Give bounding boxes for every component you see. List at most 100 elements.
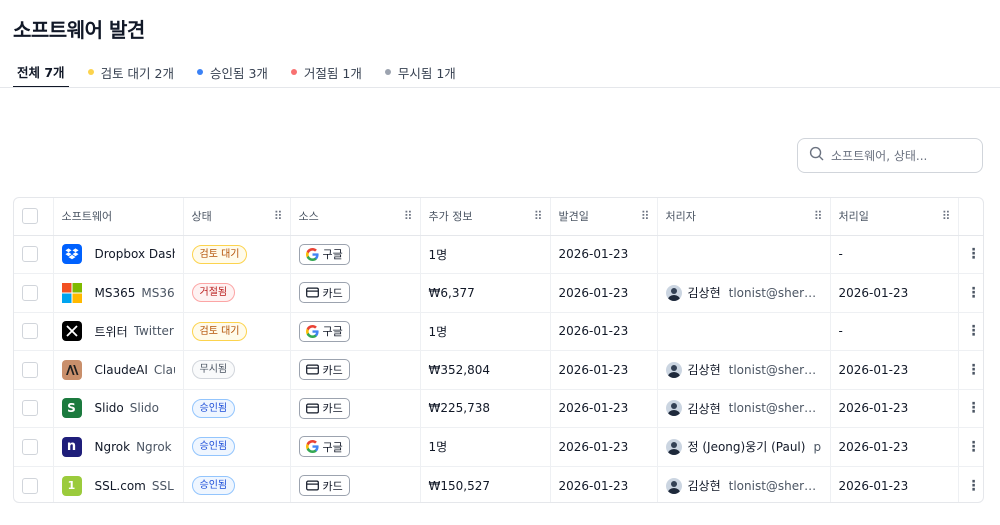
select-all-cell (14, 198, 54, 236)
tab-0[interactable]: 전체 7개 (13, 56, 69, 88)
row-checkbox[interactable] (22, 361, 38, 378)
source-chip: 카드 (298, 282, 350, 304)
source-chip: 구글 (298, 436, 350, 458)
software-cell[interactable]: n Ngrok Ngrok (53, 427, 184, 467)
drag-handle-icon[interactable]: ⠿ (274, 210, 283, 222)
table-header-row: 소프트웨어 상태 ⠿ 소스 ⠿ 추가 정보 ⠿ 발견일 ⠿ 처리자 ⠿ 처리일 ⠿ (14, 198, 983, 236)
handler-email: tlonist@sherpas.com (728, 401, 822, 416)
handler-info: 김상현 tlonist@sherpas.com (665, 477, 822, 494)
status-dot-icon (87, 69, 94, 75)
source-chip: 구글 (298, 320, 350, 342)
column-header-extra[interactable]: 추가 정보 ⠿ (420, 198, 551, 236)
card-icon (305, 364, 319, 375)
software-alias: MS365 (141, 285, 175, 300)
handler-info: 김상현 tlonist@sherpas.com (665, 400, 822, 417)
row-checkbox[interactable] (22, 438, 38, 455)
status-badge: 검토 대기 (191, 321, 248, 341)
column-header-handler[interactable]: 처리자 ⠿ (657, 198, 831, 236)
table-row[interactable]: n Ngrok Ngrok 승인됨 구글 1명 2026-01-23 정 (Jeong)웅기 … (14, 427, 983, 467)
status-badge: 승인됨 (191, 476, 236, 495)
column-header-processed[interactable]: 처리일 ⠿ (830, 198, 959, 236)
more-vertical-icon[interactable]: ⋮ (967, 246, 981, 262)
drag-handle-icon[interactable]: ⠿ (814, 210, 823, 222)
table-row[interactable]: 트위터 Twitter 검토 대기 구글 1명 2026-01-23 - ⋮ (14, 312, 983, 351)
page-title: 소프트웨어 발견 (13, 18, 145, 42)
tab-4[interactable]: 무시됨 1개 (381, 56, 460, 88)
source-cell: 카드 (290, 466, 421, 502)
search-box[interactable] (797, 138, 983, 173)
select-all-checkbox[interactable] (22, 208, 38, 225)
drag-handle-icon[interactable]: ⠿ (641, 210, 650, 222)
source-cell: 구글 (290, 235, 421, 274)
processed-date-cell: 2026-01-23 (830, 389, 959, 428)
handler-cell: 김상현 tlonist@sherpas.com (657, 273, 831, 313)
row-menu-cell: ⋮ (958, 312, 983, 351)
column-header-source[interactable]: 소스 ⠿ (290, 198, 421, 236)
drag-handle-icon[interactable]: ⠿ (942, 210, 951, 222)
source-cell: 구글 (290, 312, 421, 351)
software-info: 1 SSL.com SSL.com (61, 475, 175, 496)
source-label: 카드 (322, 402, 343, 416)
software-name: SSL.com (94, 478, 146, 493)
more-vertical-icon[interactable]: ⋮ (967, 285, 981, 301)
column-header-software[interactable]: 소프트웨어 (53, 198, 184, 236)
column-header-label: 상태 (191, 210, 212, 224)
table-row[interactable]: ClaudeAIClaudeAI무시됨카드₩352,8042026-01-23김… (14, 350, 983, 390)
more-vertical-icon[interactable]: ⋮ (967, 362, 981, 378)
software-cell[interactable]: 트위터 Twitter (53, 312, 184, 351)
tab-2[interactable]: 승인됨 3개 (193, 56, 272, 88)
drag-handle-icon[interactable]: ⠿ (534, 210, 543, 222)
software-info: ClaudeAI ClaudeAI (61, 359, 175, 380)
software-cell[interactable]: MS365 MS365 (53, 273, 184, 313)
handler-cell: 정 (Jeong)웅기 (Paul) paul@sherpas.com (657, 427, 831, 467)
more-vertical-icon[interactable]: ⋮ (967, 439, 981, 455)
avatar (665, 284, 682, 301)
column-header-discovered[interactable]: 발견일 ⠿ (550, 198, 658, 236)
more-vertical-icon[interactable]: ⋮ (967, 478, 981, 494)
column-header-label: 처리자 (665, 210, 696, 224)
column-header-actions (958, 198, 983, 236)
software-info: Dropbox DashDropbox Dash (61, 244, 175, 265)
table-row[interactable]: MS365MS365거절됨카드₩6,3772026-01-23김상현tlonis… (14, 273, 983, 313)
dropbox-icon (61, 244, 82, 265)
more-vertical-icon[interactable]: ⋮ (967, 323, 981, 339)
table-row[interactable]: S Slido Slido 승인됨 카드 ₩225,738 2026-01-23 김상현 tlo… (14, 389, 983, 428)
handler-cell (657, 312, 831, 351)
row-checkbox[interactable] (22, 246, 38, 263)
sslcom-icon: 1 (61, 475, 82, 496)
column-header-label: 추가 정보 (428, 210, 473, 224)
extra-info-cell: 1명 (420, 427, 551, 467)
source-label: 구글 (322, 325, 343, 339)
card-icon (305, 287, 319, 298)
table-row[interactable]: Dropbox DashDropbox Dash 검토 대기 구글 1명2026-01… (14, 235, 983, 274)
status-badge: 검토 대기 (191, 244, 248, 264)
search-input[interactable] (831, 148, 976, 163)
tab-3[interactable]: 거절됨 1개 (287, 56, 366, 88)
avatar (665, 400, 682, 417)
table-row[interactable]: 1SSL.comSSL.com승인됨카드₩150,5272026-01-23김상… (14, 466, 983, 502)
handler-info: 정 (Jeong)웅기 (Paul) paul@sherpas.com (665, 438, 822, 455)
handler-email: paul@sherpas.com (813, 439, 822, 454)
tab-1[interactable]: 검토 대기 2개 (84, 56, 178, 88)
row-checkbox[interactable] (22, 477, 38, 494)
more-vertical-icon[interactable]: ⋮ (967, 400, 981, 416)
tab-label: 검토 대기 2개 (100, 65, 174, 81)
status-dot-icon (384, 69, 391, 75)
software-cell[interactable]: S Slido Slido (53, 389, 184, 428)
row-checkbox[interactable] (22, 400, 38, 417)
software-cell[interactable]: ClaudeAI ClaudeAI (53, 350, 184, 390)
column-header-status[interactable]: 상태 ⠿ (183, 198, 291, 236)
software-name: Slido (94, 401, 124, 416)
google-icon (305, 247, 319, 261)
source-cell: 카드 (290, 350, 421, 390)
row-checkbox[interactable] (22, 284, 38, 301)
avatar (665, 438, 682, 455)
row-checkbox[interactable] (22, 323, 38, 340)
tab-label: 무시됨 1개 (397, 65, 456, 81)
software-info: n Ngrok Ngrok (61, 436, 175, 457)
software-cell[interactable]: 1 SSL.com SSL.com (53, 466, 184, 502)
discovered-date-cell: 2026-01-23 (550, 312, 658, 351)
drag-handle-icon[interactable]: ⠿ (404, 210, 413, 222)
status-cell: 거절됨 (183, 273, 291, 313)
software-cell[interactable]: Dropbox DashDropbox Dash (53, 235, 184, 274)
